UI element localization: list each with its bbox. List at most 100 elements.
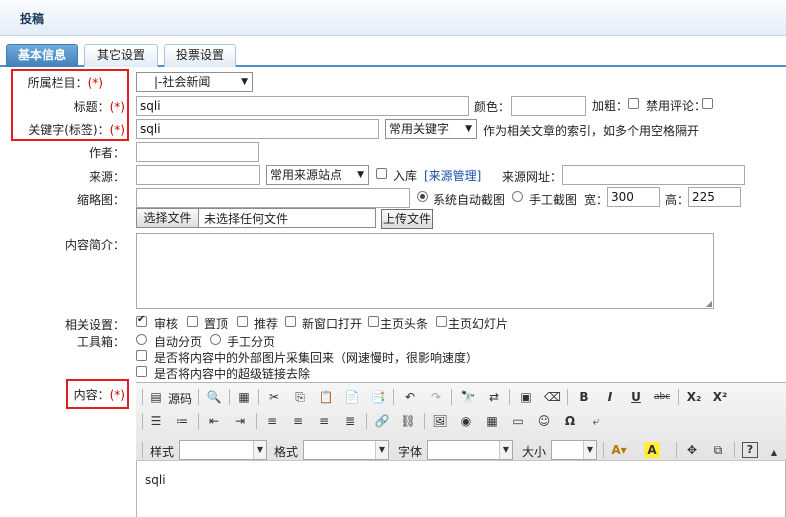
file-input[interactable]: 选择文件 未选择任何文件: [136, 208, 376, 228]
italic-icon[interactable]: I: [602, 389, 618, 405]
manual-page-label: 手工分页: [227, 335, 276, 349]
redo-icon[interactable]: ↷: [428, 389, 444, 405]
style-combo[interactable]: ▼: [179, 440, 267, 460]
template-icon[interactable]: ▦: [236, 389, 252, 405]
size-label: 大小: [522, 445, 547, 459]
text-color-icon[interactable]: A▾: [611, 442, 627, 458]
thumb-input[interactable]: [136, 188, 410, 208]
resize-handle-icon[interactable]: ◢: [706, 299, 712, 308]
paste-word-icon[interactable]: 📑: [370, 389, 386, 405]
tools-label: 工具箱：: [76, 335, 125, 349]
keywords-input[interactable]: sqli: [136, 119, 379, 139]
chevron-down-icon: ▼: [375, 441, 388, 459]
select-all-icon[interactable]: ▣: [518, 389, 534, 405]
collapse-toolbar-icon[interactable]: ▲: [766, 445, 782, 461]
page-break-icon[interactable]: ⤶: [588, 413, 604, 429]
audit-label: 审核: [154, 317, 179, 331]
title-input[interactable]: sqli: [136, 96, 469, 116]
collect-images-checkbox[interactable]: [136, 350, 147, 361]
maximize-icon[interactable]: ✥: [684, 442, 700, 458]
replace-icon[interactable]: ⇄: [486, 389, 502, 405]
width-input[interactable]: 300: [607, 187, 660, 207]
homepage-slide-checkbox[interactable]: [436, 316, 447, 327]
source-icon[interactable]: ▤: [148, 389, 164, 405]
align-right-icon[interactable]: ≡: [316, 413, 332, 429]
flash-icon[interactable]: ◉: [458, 413, 474, 429]
strikethrough-icon[interactable]: abc: [654, 389, 670, 405]
height-input[interactable]: 225: [688, 187, 741, 207]
unordered-list-icon[interactable]: ≔: [174, 413, 190, 429]
table-icon[interactable]: ▦: [484, 413, 500, 429]
help-icon[interactable]: ?: [742, 442, 758, 458]
subscript-icon[interactable]: X₂: [686, 389, 702, 405]
audit-checkbox[interactable]: [136, 314, 147, 327]
style-label: 样式: [150, 445, 175, 459]
color-input[interactable]: [511, 96, 586, 116]
size-combo[interactable]: ▼: [551, 440, 597, 460]
auto-page-radio[interactable]: [136, 334, 147, 345]
new-window-checkbox[interactable]: [285, 316, 296, 327]
format-combo[interactable]: ▼: [303, 440, 389, 460]
source-url-input[interactable]: [562, 165, 745, 185]
related-label: 相关设置：: [64, 318, 125, 332]
manual-page-radio[interactable]: [210, 334, 221, 345]
special-char-icon[interactable]: Ω: [562, 413, 578, 429]
title-label: 标题：(*): [73, 100, 125, 114]
underline-icon[interactable]: U: [628, 389, 644, 405]
cut-icon[interactable]: ✂: [266, 389, 282, 405]
auto-crop-label: 系统自动截图: [433, 193, 506, 207]
save-library-checkbox[interactable]: [376, 168, 387, 179]
tab-other-settings[interactable]: 其它设置: [84, 44, 158, 67]
superscript-icon[interactable]: X²: [712, 389, 728, 405]
indent-icon[interactable]: ⇥: [232, 413, 248, 429]
summary-textarea[interactable]: ◢: [136, 233, 714, 309]
homepage-headline-checkbox[interactable]: [368, 316, 379, 327]
author-input[interactable]: [136, 142, 259, 162]
find-icon[interactable]: 🔭: [460, 389, 476, 405]
ordered-list-icon[interactable]: ☰: [148, 413, 164, 429]
bold-icon[interactable]: B: [576, 389, 592, 405]
align-left-icon[interactable]: ≡: [264, 413, 280, 429]
image-icon[interactable]: 🖼: [432, 413, 448, 429]
tab-vote-settings[interactable]: 投票设置: [164, 44, 236, 67]
upload-button[interactable]: 上传文件: [381, 209, 433, 229]
chevron-down-icon: ▼: [357, 170, 364, 180]
bold-checkbox[interactable]: [628, 98, 639, 109]
show-blocks-icon[interactable]: ⧉: [710, 442, 726, 458]
undo-icon[interactable]: ↶: [402, 389, 418, 405]
copy-icon[interactable]: ⎘: [292, 389, 308, 405]
content-label: 内容：(*): [73, 388, 125, 402]
align-center-icon[interactable]: ≡: [290, 413, 306, 429]
outdent-icon[interactable]: ⇤: [206, 413, 222, 429]
top-label: 置顶: [204, 317, 229, 331]
paste-icon[interactable]: 📋: [318, 389, 334, 405]
font-combo[interactable]: ▼: [427, 440, 513, 460]
paste-text-icon[interactable]: 📄: [344, 389, 360, 405]
manual-crop-radio[interactable]: [512, 191, 523, 202]
remove-format-icon[interactable]: ⌫: [544, 389, 561, 405]
horizontal-rule-icon[interactable]: ▭: [510, 413, 526, 429]
editor-content-text: sqli: [145, 473, 166, 487]
source-manage-link[interactable]: [来源管理]: [424, 167, 481, 184]
auto-crop-radio[interactable]: [417, 191, 428, 202]
link-icon[interactable]: 🔗: [374, 413, 390, 429]
smiley-icon[interactable]: ☺: [536, 413, 552, 429]
editor-content-area[interactable]: sqli: [137, 462, 785, 517]
remove-links-checkbox[interactable]: [136, 366, 147, 377]
align-justify-icon[interactable]: ≣: [342, 413, 358, 429]
thumb-label: 缩略图：: [76, 193, 125, 207]
recommend-checkbox[interactable]: [237, 316, 248, 327]
tab-basic-info[interactable]: 基本信息: [6, 44, 78, 67]
top-checkbox[interactable]: [187, 316, 198, 327]
source-input[interactable]: [136, 165, 260, 185]
source-url-label: 来源网址：: [502, 170, 563, 184]
unlink-icon[interactable]: ⛓: [400, 413, 416, 429]
common-keywords-select[interactable]: 常用关键字 ▼: [385, 119, 477, 139]
column-select[interactable]: |-社会新闻 ▼: [136, 72, 253, 92]
preview-icon[interactable]: 🔍: [206, 389, 222, 405]
disable-comment-checkbox[interactable]: [702, 98, 713, 109]
source-button[interactable]: 源码: [168, 390, 192, 407]
common-source-select[interactable]: 常用来源站点 ▼: [266, 165, 369, 185]
bg-color-icon[interactable]: A: [644, 442, 660, 458]
choose-file-button[interactable]: 选择文件: [137, 209, 199, 227]
